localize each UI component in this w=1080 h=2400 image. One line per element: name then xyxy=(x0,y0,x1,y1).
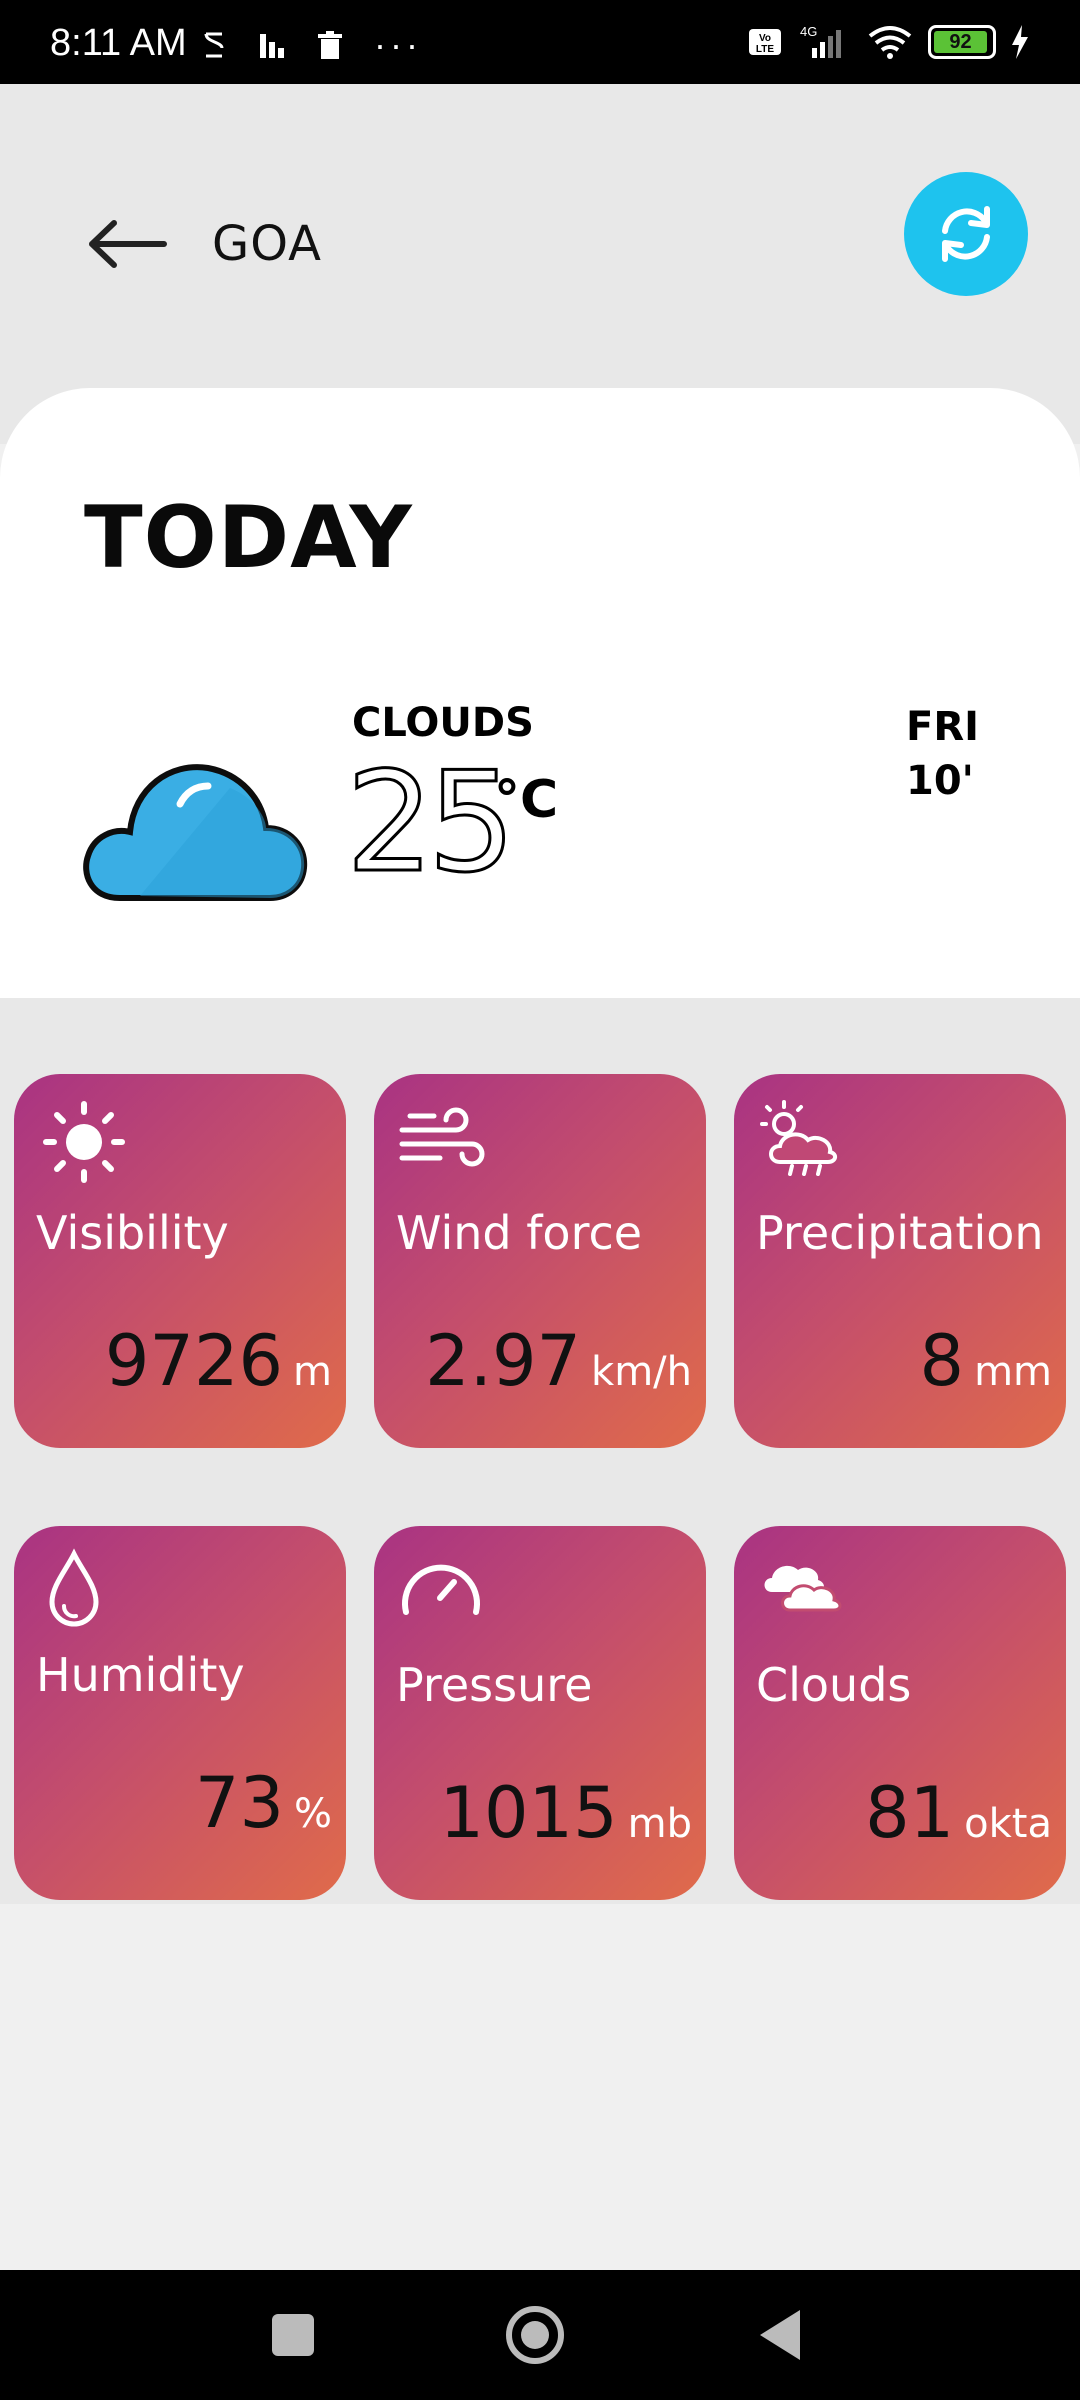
metric-value: 73 % xyxy=(195,1762,332,1844)
today-card: TODAY CLOUDS 25 °C FRI 10' xyxy=(0,388,1080,998)
notification-icon xyxy=(204,32,224,58)
refresh-button[interactable] xyxy=(904,172,1028,296)
metric-unit: mb xyxy=(627,1801,692,1847)
sun-icon xyxy=(43,1101,125,1183)
today-title: TODAY xyxy=(84,488,413,588)
temperature-value: 25 xyxy=(345,742,518,903)
battery-icon: 92 xyxy=(928,25,996,59)
metric-unit: % xyxy=(293,1791,332,1837)
trash-icon xyxy=(318,31,342,59)
wind-icon xyxy=(399,1107,485,1167)
metric-label: Clouds xyxy=(756,1658,912,1712)
status-time: 8:11 AM xyxy=(50,22,187,64)
metric-unit: okta xyxy=(964,1801,1052,1847)
metric-label: Humidity xyxy=(36,1648,245,1702)
metric-number: 2.97 xyxy=(425,1320,582,1402)
day-label: FRI xyxy=(906,704,980,750)
metric-number: 8 xyxy=(919,1320,965,1402)
refresh-icon xyxy=(942,206,990,262)
home-button[interactable] xyxy=(506,2306,564,2364)
time-label: 10' xyxy=(906,758,974,804)
metric-label: Wind force xyxy=(396,1206,643,1260)
metric-card-pressure: Pressure 1015 mb xyxy=(374,1526,706,1900)
metric-unit: m xyxy=(293,1349,332,1395)
metric-unit: mm xyxy=(974,1349,1052,1395)
metric-card-precipitation: Precipitation 8 mm xyxy=(734,1074,1066,1448)
metric-value: 8 mm xyxy=(920,1320,1052,1402)
gauge-icon xyxy=(402,1564,480,1615)
metric-card-clouds: Clouds 81 okta xyxy=(734,1526,1066,1900)
metric-number: 9726 xyxy=(104,1320,284,1402)
charging-icon xyxy=(1012,25,1028,59)
metric-card-humidity: Humidity 73 % xyxy=(14,1526,346,1900)
cloud-icon xyxy=(83,764,308,901)
metric-label: Precipitation xyxy=(756,1206,1044,1260)
metric-value: 1015 mb xyxy=(439,1772,692,1854)
chart-icon xyxy=(260,34,284,58)
metric-value: 81 okta xyxy=(865,1772,1052,1854)
cloud-icon xyxy=(764,1565,842,1612)
status-right-icons: Vo LTE 4G 92 xyxy=(748,24,1030,60)
metric-unit: km/h xyxy=(591,1349,692,1395)
metric-label: Pressure xyxy=(396,1658,593,1712)
metric-value: 2.97 km/h xyxy=(425,1320,692,1402)
status-bar: 8:11 AM ··· Vo LTE 4G 92 xyxy=(0,0,1080,84)
svg-text:4G: 4G xyxy=(800,24,817,39)
more-notifications-icon: ··· xyxy=(374,24,422,65)
metric-value: 9726 m xyxy=(105,1320,332,1402)
rain-cloud-icon xyxy=(760,1100,837,1176)
battery-level: 92 xyxy=(934,31,987,53)
status-left-icons: ··· xyxy=(200,24,422,65)
system-nav-bar xyxy=(0,2270,1080,2400)
recent-apps-button[interactable] xyxy=(272,2314,314,2356)
volte-icon: VoLTE xyxy=(749,29,781,55)
back-button[interactable] xyxy=(760,2310,800,2360)
day-time: FRI 10' xyxy=(906,700,979,808)
metric-number: 73 xyxy=(194,1762,284,1844)
metric-number: 81 xyxy=(865,1772,955,1854)
city-name: GOA xyxy=(212,216,322,272)
metric-card-wind: Wind force 2.97 km/h xyxy=(374,1074,706,1448)
metric-card-visibility: Visibility 9726 m xyxy=(14,1074,346,1448)
weather-condition: CLOUDS xyxy=(352,700,534,746)
temperature-unit: °C xyxy=(494,770,559,830)
metric-label: Visibility xyxy=(36,1206,229,1260)
metric-number: 1015 xyxy=(439,1772,618,1854)
arrow-left-icon[interactable] xyxy=(88,219,168,269)
svg-text:Vo: Vo xyxy=(759,33,771,44)
droplet-icon xyxy=(49,1548,99,1627)
signal-icon: 4G xyxy=(800,24,841,58)
wifi-icon xyxy=(868,26,912,59)
svg-text:LTE: LTE xyxy=(756,44,774,55)
